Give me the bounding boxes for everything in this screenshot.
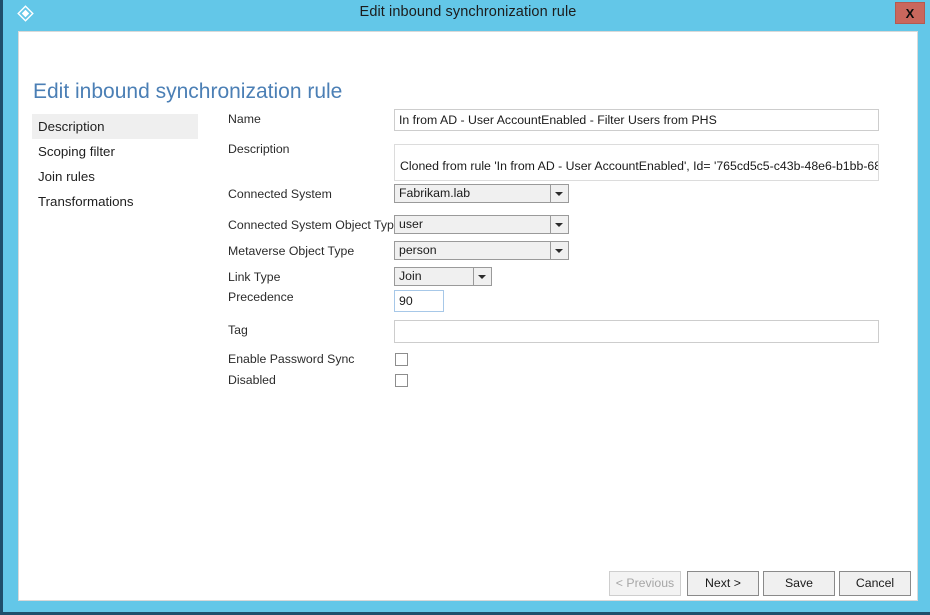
tag-label: Tag <box>228 323 248 337</box>
connected-system-object-type-select[interactable]: user <box>394 215 569 234</box>
dialog-window: Edit inbound synchronization rule X Edit… <box>0 0 930 615</box>
dialog-client-area: Edit inbound synchronization rule Descri… <box>18 31 918 601</box>
metaverse-object-type-select[interactable]: person <box>394 241 569 260</box>
enable-password-sync-label: Enable Password Sync <box>228 352 355 366</box>
cancel-button[interactable]: Cancel <box>839 571 911 596</box>
title-bar: Edit inbound synchronization rule X <box>3 0 930 27</box>
link-type-label: Link Type <box>228 270 281 284</box>
window-title: Edit inbound synchronization rule <box>359 4 577 20</box>
metaverse-object-type-label: Metaverse Object Type <box>228 244 355 258</box>
metaverse-object-type-value: person <box>395 242 550 259</box>
connected-system-value: Fabrikam.lab <box>395 185 550 202</box>
close-icon[interactable]: X <box>895 2 925 24</box>
name-label: Name <box>228 112 261 126</box>
chevron-down-icon[interactable] <box>473 268 491 285</box>
tag-input[interactable] <box>394 320 879 343</box>
disabled-label: Disabled <box>228 373 276 387</box>
description-label: Description <box>228 142 290 156</box>
link-type-select[interactable]: Join <box>394 267 492 286</box>
chevron-down-icon[interactable] <box>550 216 568 233</box>
disabled-checkbox[interactable] <box>395 374 408 387</box>
next-button[interactable]: Next > <box>687 571 759 596</box>
precedence-input[interactable] <box>394 290 444 312</box>
description-textarea[interactable]: Cloned from rule 'In from AD - User Acco… <box>394 144 879 181</box>
enable-password-sync-checkbox[interactable] <box>395 353 408 366</box>
connected-system-select[interactable]: Fabrikam.lab <box>394 184 569 203</box>
previous-button[interactable]: < Previous <box>609 571 681 596</box>
connected-system-label: Connected System <box>228 187 332 201</box>
link-type-value: Join <box>395 268 473 285</box>
precedence-label: Precedence <box>228 290 294 304</box>
connected-system-object-type-label: Connected System Object Type <box>228 218 401 232</box>
connected-system-object-type-value: user <box>395 216 550 233</box>
chevron-down-icon[interactable] <box>550 242 568 259</box>
description-form: Name Description Cloned from rule 'In fr… <box>19 32 919 602</box>
name-input[interactable] <box>394 109 879 131</box>
chevron-down-icon[interactable] <box>550 185 568 202</box>
save-button[interactable]: Save <box>763 571 835 596</box>
